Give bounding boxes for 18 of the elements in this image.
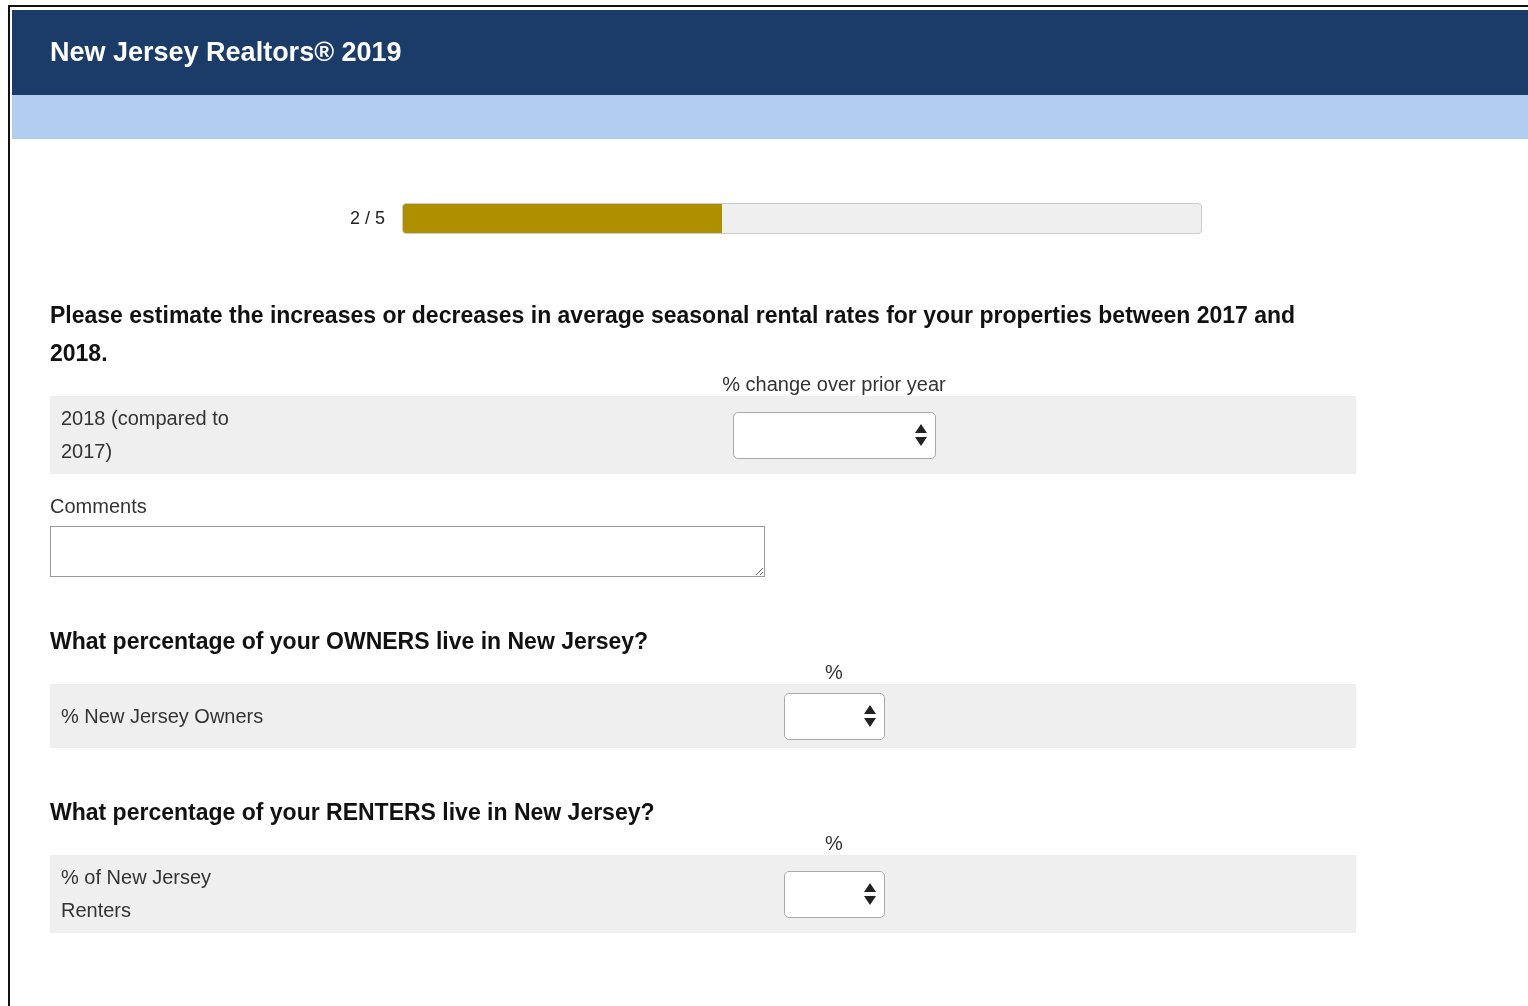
- spinner-arrows-icon: [862, 704, 877, 728]
- spinner-arrows-icon: [913, 423, 928, 447]
- row-label: % New Jersey Owners: [60, 703, 265, 729]
- column-header: %: [825, 660, 843, 684]
- question-text: What percentage of your OWNERS live in New Jersey?: [50, 627, 650, 656]
- column-header: % change over prior year: [722, 372, 946, 396]
- question-text: What percentage of your RENTERS live in New Jersey?: [50, 798, 656, 827]
- row-label: % of New Jersey Renters: [60, 865, 213, 923]
- comments-label: Comments: [50, 494, 148, 518]
- row-label: 2018 (compared to 2017): [60, 406, 230, 464]
- spinner-arrows-icon: [862, 882, 877, 906]
- question-text: Please estimate the increases or decreases in average seasonal rental rates for your properties between 2017 and 2018.: [50, 301, 1297, 368]
- number-spinner[interactable]: [783, 870, 885, 918]
- survey-title: New Jersey Realtors® 2019: [50, 37, 402, 68]
- comments-field[interactable]: [50, 526, 765, 577]
- number-spinner[interactable]: [783, 692, 885, 740]
- column-header: %: [825, 831, 843, 855]
- progress-label: 2 / 5: [350, 208, 386, 229]
